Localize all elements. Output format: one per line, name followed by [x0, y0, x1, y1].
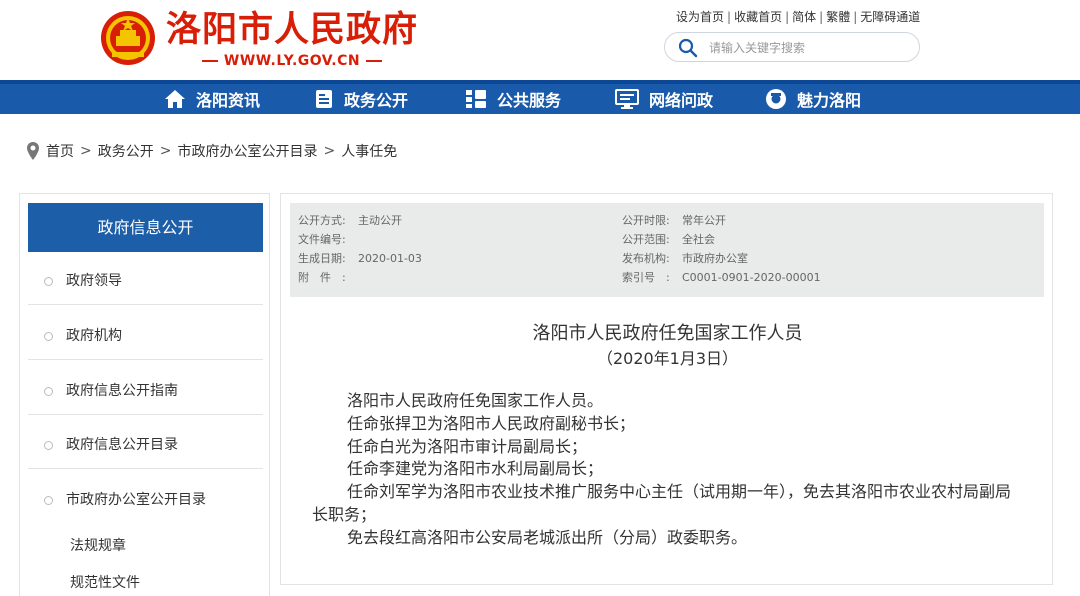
- meta-index-number: 索引号 : C0001-0901-2020-00001: [622, 271, 821, 284]
- nav-item-label: 洛阳资讯: [196, 91, 261, 110]
- bullet-icon: [44, 277, 53, 286]
- nav-item-label: 政务公开: [344, 91, 409, 110]
- bookmark-link[interactable]: 收藏首页: [734, 10, 782, 24]
- article-title: 洛阳市人民政府任免国家工作人员: [532, 323, 803, 344]
- traditional-chinese-link[interactable]: 繁體: [826, 10, 850, 24]
- breadcrumb: 首页 > 政务公开 > 市政府办公室公开目录 > 人事任免: [26, 140, 397, 162]
- meta-publisher: 发布机构: 市政府办公室: [622, 252, 748, 265]
- location-pin-icon: [27, 142, 39, 160]
- breadcrumb-personnel[interactable]: 人事任免: [341, 141, 397, 161]
- site-header: 洛阳市人民政府 WWW.LY.GOV.CN 设为首页 | 收藏首页 | 简体 | 繁體 | 无障…: [0, 0, 1080, 80]
- breadcrumb-separator: >: [159, 143, 172, 159]
- sidebar: 政府信息公开 政府领导 政府机构 政府信息公开指南 政府信息公开目录 市政府办公…: [19, 193, 270, 596]
- sidebar-title[interactable]: 政府信息公开: [28, 203, 263, 252]
- site-title[interactable]: 洛阳市人民政府: [166, 8, 418, 52]
- sidebar-item-disclosure-catalog[interactable]: 政府信息公开目录: [28, 422, 263, 469]
- article-paragraph: 任命张捍卫为洛阳市人民政府副秘书长；: [347, 413, 636, 433]
- breadcrumb-separator: >: [323, 143, 336, 159]
- article-panel: 公开方式: 主动公开 文件编号: 生成日期: 2020-01-03 附 件 : 公开…: [280, 193, 1053, 585]
- nav-item-luoyang-news[interactable]: 洛阳资讯: [164, 84, 260, 114]
- article-date: （2020年1月3日）: [596, 349, 739, 368]
- article-paragraph: 洛阳市人民政府任免国家工作人员。: [347, 391, 604, 410]
- breadcrumb-government-affairs[interactable]: 政务公开: [98, 141, 154, 161]
- nav-item-label: 公共服务: [497, 91, 562, 110]
- set-homepage-link[interactable]: 设为首页: [676, 10, 724, 24]
- home-icon: [165, 90, 185, 108]
- bullet-icon: [44, 332, 53, 341]
- sidebar-item-government-leaders[interactable]: 政府领导: [28, 258, 263, 305]
- nav-item-online-inquiry[interactable]: 网络问政: [615, 84, 713, 114]
- article-paragraph: 任命李建党为洛阳市水利局副局长；: [347, 459, 604, 479]
- document-metadata: 公开方式: 主动公开 文件编号: 生成日期: 2020-01-03 附 件 : 公开…: [290, 203, 1044, 297]
- top-links: 设为首页 | 收藏首页 | 简体 | 繁體 | 无障碍通道: [676, 10, 921, 24]
- sidebar-item-disclosure-guide[interactable]: 政府信息公开指南: [28, 368, 263, 415]
- article-paragraph: 免去段红高洛阳市公安局老城派出所（分局）政委职务。: [347, 527, 748, 547]
- meta-doc-number: 文件编号:: [298, 233, 346, 246]
- breadcrumb-office-catalog[interactable]: 市政府办公室公开目录: [177, 141, 317, 161]
- bullet-icon: [44, 496, 53, 505]
- nav-item-label: 网络问政: [649, 91, 714, 110]
- monitor-icon: [615, 89, 639, 109]
- sidebar-item-office-catalog[interactable]: 市政府办公室公开目录: [28, 477, 263, 524]
- search-icon[interactable]: [678, 38, 698, 58]
- accessibility-link[interactable]: 无障碍通道: [860, 10, 920, 24]
- document-icon: [316, 90, 332, 108]
- article-body: 洛阳市人民政府任免国家工作人员。 任命张捍卫为洛阳市人民政府副秘书长； 任命白光…: [312, 390, 1025, 550]
- bullet-icon: [44, 441, 53, 450]
- article-paragraph: 任命刘军学为洛阳市农业技术推广服务中心主任（试用期一年），免去其洛阳市农业农村局…: [312, 482, 1012, 524]
- nav-item-charming-luoyang[interactable]: 魅力洛阳: [765, 84, 861, 114]
- nav-item-label: 魅力洛阳: [797, 91, 862, 110]
- meta-disclosure-time: 公开时限: 常年公开: [622, 214, 726, 227]
- camera-icon: [766, 89, 786, 109]
- simplified-chinese-link[interactable]: 简体: [792, 10, 816, 24]
- article-paragraph: 任命白光为洛阳市审计局副局长；: [347, 436, 588, 456]
- sidebar-subitem-normative-documents[interactable]: 规范性文件: [70, 572, 140, 592]
- main-nav: 洛阳资讯 政务公开 公共服务 网络问政 魅力洛阳: [0, 80, 1080, 114]
- grid-icon: [466, 90, 486, 108]
- meta-attachment: 附 件 :: [298, 271, 346, 284]
- search-input[interactable]: [709, 38, 909, 58]
- bullet-icon: [44, 387, 53, 396]
- sidebar-item-label: 政府信息公开目录: [66, 437, 178, 453]
- sidebar-subitem-regulations[interactable]: 法规规章: [70, 535, 126, 555]
- sidebar-item-government-agencies[interactable]: 政府机构: [28, 313, 263, 360]
- sidebar-item-label: 政府信息公开指南: [66, 383, 178, 399]
- sidebar-item-label: 市政府办公室公开目录: [66, 492, 206, 508]
- meta-effective-date: 生成日期: 2020-01-03: [298, 252, 422, 265]
- breadcrumb-separator: >: [80, 143, 92, 159]
- meta-disclosure-scope: 公开范围: 全社会: [622, 233, 715, 246]
- site-url: WWW.LY.GOV.CN: [166, 52, 418, 70]
- sidebar-item-label: 政府机构: [66, 328, 122, 344]
- nav-item-government-affairs[interactable]: 政务公开: [314, 84, 408, 114]
- sidebar-item-label: 政府领导: [66, 273, 122, 289]
- breadcrumb-home[interactable]: 首页: [46, 141, 74, 161]
- national-emblem-icon[interactable]: [98, 8, 158, 68]
- nav-item-public-services[interactable]: 公共服务: [465, 84, 561, 114]
- search-box: [664, 32, 920, 62]
- meta-disclosure-method: 公开方式: 主动公开: [298, 214, 402, 227]
